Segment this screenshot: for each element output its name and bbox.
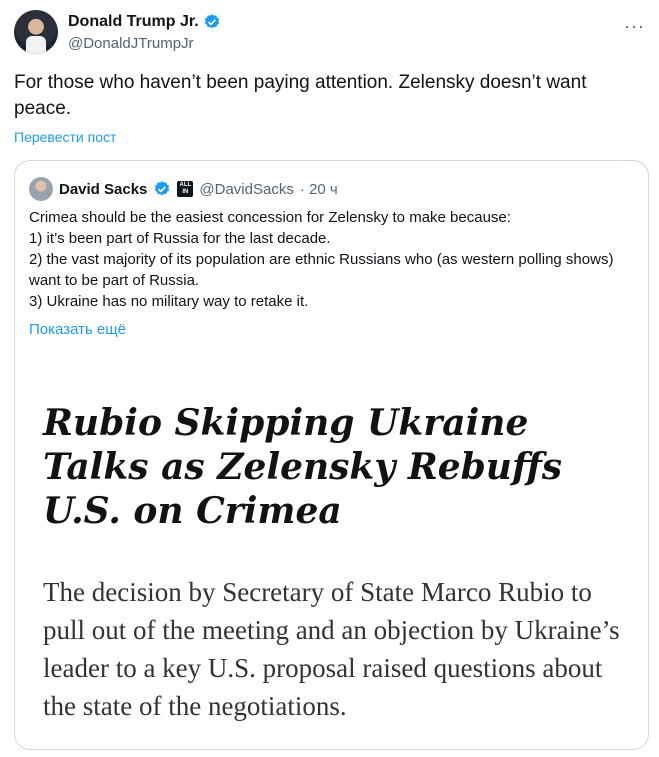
quoted-line: 1) it’s been part of Russia for the last… [29, 230, 331, 247]
article-headline: Rubio Skipping Ukraine Talks as Zelensky… [43, 402, 563, 532]
quoted-tweet-text: Crimea should be the easiest concession … [29, 207, 629, 312]
quoted-line: 2) the vast majority of its population a… [29, 251, 614, 289]
quoted-tweet-header: David Sacks ALL IN @DavidSacks · 20 ч [29, 177, 338, 201]
author-name[interactable]: Donald Trump Jr. [68, 12, 199, 32]
author-name-row: Donald Trump Jr. [68, 12, 221, 32]
verified-badge-icon [155, 181, 170, 196]
article-summary: The decision by Secretary of State Marco… [43, 577, 620, 721]
avatar[interactable] [14, 10, 58, 54]
author-handle[interactable]: @DonaldJTrumpJr [68, 34, 221, 54]
tweet-text: For those who haven’t been paying attent… [14, 72, 587, 119]
affiliation-badge-icon: ALL IN [177, 181, 194, 197]
quoted-author-name[interactable]: David Sacks [59, 181, 147, 198]
show-more-link[interactable]: Показать ещё [29, 321, 126, 338]
more-options-icon[interactable]: ··· [624, 16, 645, 37]
quoted-timestamp[interactable]: · 20 ч [300, 181, 338, 198]
quoted-avatar[interactable] [29, 177, 53, 201]
quoted-line: 3) Ukraine has no military way to retake… [29, 293, 309, 310]
tweet-header: Donald Trump Jr. @DonaldJTrumpJr ··· [14, 10, 645, 58]
quoted-author-handle[interactable]: @DavidSacks [199, 181, 293, 198]
verified-badge-icon [204, 14, 219, 29]
quoted-tweet[interactable]: David Sacks ALL IN @DavidSacks · 20 ч Cr… [14, 160, 649, 750]
translate-post-link[interactable]: Перевести пост [14, 129, 116, 145]
article-screenshot-image[interactable]: Rubio Skipping Ukraine Talks as Zelensky… [15, 361, 648, 749]
author-block: Donald Trump Jr. @DonaldJTrumpJr [68, 12, 221, 54]
quoted-line: Crimea should be the easiest concession … [29, 209, 511, 226]
